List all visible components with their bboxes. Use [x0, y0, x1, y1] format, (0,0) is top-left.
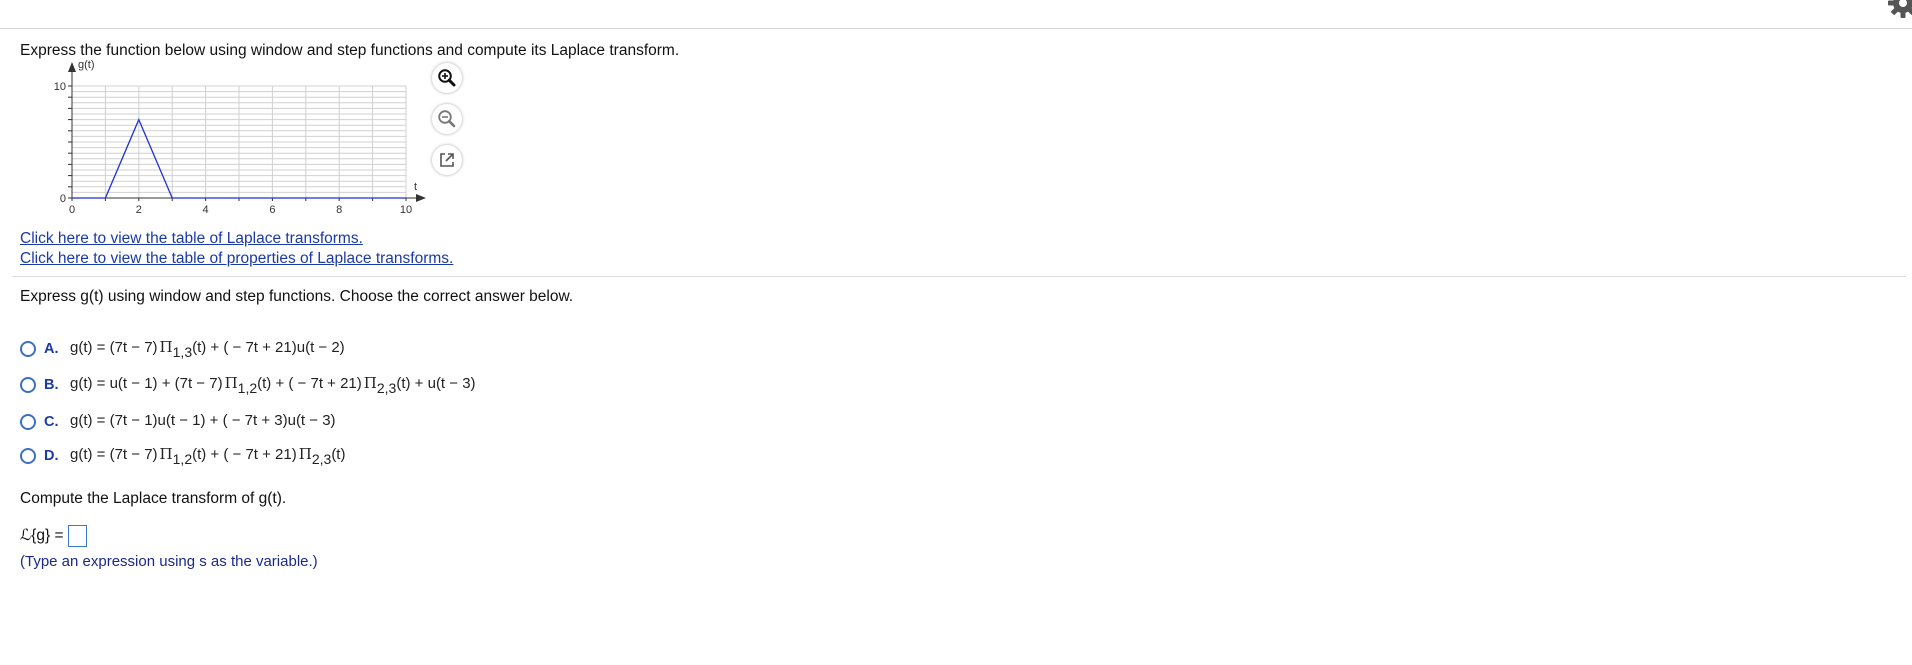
option-c-equation: g(t) = (7t − 1)u(t − 1) + ( − 7t + 3)u(t…	[70, 412, 336, 429]
option-c-radio[interactable]	[20, 414, 36, 430]
x-tick-label: 4	[203, 204, 209, 216]
option-letter: D.	[44, 448, 59, 464]
part2-prompt: Compute the Laplace transform of g(t).	[20, 490, 287, 507]
popout-button[interactable]	[432, 145, 462, 175]
option-letter: B.	[44, 377, 59, 393]
option-d[interactable]: D. g(t) = (7t − 7) Π1,2(t) + ( − 7t + 21)…	[20, 445, 345, 467]
option-d-radio[interactable]	[20, 448, 36, 464]
function-graph: 0 2 4 6 8 10 10 0 g(t) t	[54, 59, 426, 216]
option-b-radio[interactable]	[20, 377, 36, 393]
y-tick-label: 0	[60, 193, 66, 205]
zoom-out-icon	[438, 110, 456, 128]
x-tick-label: 6	[269, 204, 275, 216]
x-tick-label: 8	[336, 204, 342, 216]
y-axis-arrow	[68, 62, 76, 72]
option-b[interactable]: B. g(t) = u(t − 1) + (7t − 7) Π1,2(t) + (…	[20, 374, 476, 396]
x-axis-arrow	[416, 194, 426, 202]
option-b-equation: g(t) = u(t − 1) + (7t − 7) Π1,2(t) + ( − …	[70, 374, 476, 396]
graph-grid	[71, 85, 407, 199]
x-tick-label: 0	[69, 204, 75, 216]
x-tick-label: 2	[136, 204, 142, 216]
x-tick-label: 10	[400, 204, 412, 216]
part1-prompt: Express g(t) using window and step funct…	[20, 288, 574, 305]
answer-row: ℒ{g} =	[20, 525, 87, 547]
y-tick-label: 10	[54, 81, 66, 93]
laplace-properties-link[interactable]: Click here to view the table of properti…	[20, 250, 453, 268]
answer-input[interactable]	[67, 525, 87, 547]
top-divider	[0, 28, 1912, 29]
option-c[interactable]: C. g(t) = (7t − 1)u(t − 1) + ( − 7t + 3)…	[20, 411, 340, 433]
option-letter: A.	[44, 341, 59, 357]
laplace-table-link[interactable]: Click here to view the table of Laplace …	[20, 230, 363, 248]
y-axis-label: g(t)	[78, 59, 95, 71]
answer-hint: (Type an expression using s as the varia…	[20, 553, 318, 570]
answer-label: ℒ{g} =	[20, 527, 64, 545]
option-d-equation: g(t) = (7t − 7) Π1,2(t) + ( − 7t + 21) Π2,…	[70, 445, 346, 467]
popout-icon	[440, 153, 454, 167]
option-letter: C.	[44, 414, 59, 430]
zoom-in-button[interactable]	[432, 63, 462, 93]
x-axis-label: t	[414, 181, 417, 193]
gear-icon[interactable]	[1886, 0, 1912, 20]
option-a[interactable]: A. g(t) = (7t − 7) Π1,3(t) + ( − 7t + 21)…	[20, 338, 347, 360]
zoom-in-icon	[438, 69, 456, 87]
option-a-radio[interactable]	[20, 341, 36, 357]
section-divider	[12, 276, 1906, 277]
zoom-out-button[interactable]	[432, 104, 462, 134]
option-a-equation: g(t) = (7t − 7) Π1,3(t) + ( − 7t + 21)u(t…	[70, 338, 345, 360]
